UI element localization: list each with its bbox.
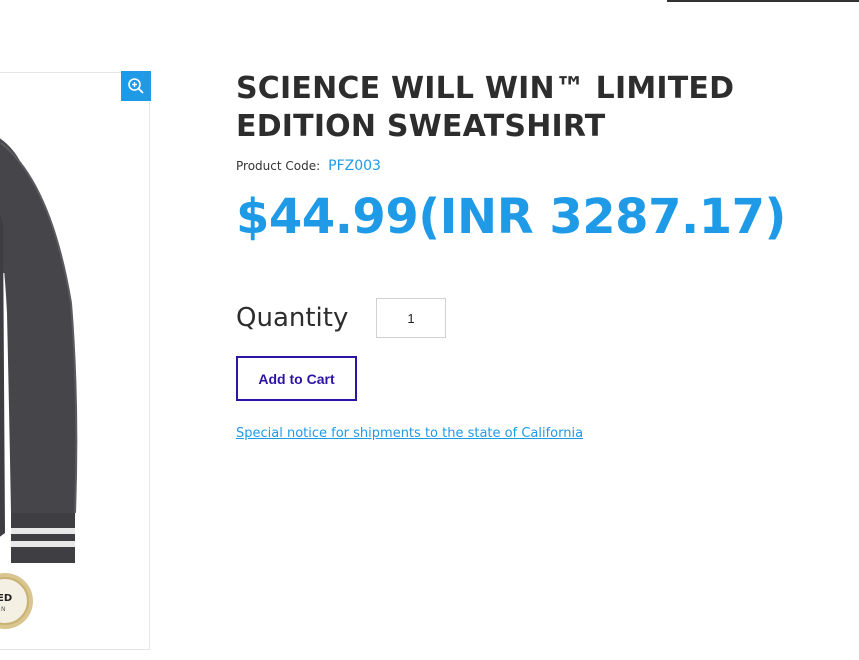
quantity-label: Quantity	[236, 303, 349, 333]
svg-text:N: N	[1, 606, 6, 613]
zoom-in-icon	[128, 78, 144, 94]
product-details: SCIENCE WILL WIN™ LIMITED EDITION SWEATS…	[236, 70, 846, 246]
add-to-cart-button[interactable]: Add to Cart	[236, 356, 357, 401]
sweatshirt-illustration: ED N	[0, 138, 78, 629]
zoom-button[interactable]	[121, 71, 151, 101]
quantity-row: Quantity	[236, 298, 446, 338]
product-code-row: Product Code: PFZ003	[236, 158, 846, 174]
product-code-label: Product Code:	[236, 159, 321, 173]
badge-text: ED	[0, 593, 12, 604]
california-notice-link[interactable]: Special notice for shipments to the stat…	[236, 426, 583, 441]
product-title: SCIENCE WILL WIN™ LIMITED EDITION SWEATS…	[236, 71, 735, 144]
product-image[interactable]: ED N	[0, 72, 150, 650]
product-price: $44.99(INR 3287.17)	[236, 189, 786, 245]
product-code-value: PFZ003	[328, 158, 381, 174]
quantity-input[interactable]	[376, 298, 446, 338]
product-page: ED N SCIENCE WILL WIN™ LIMITED EDITION S…	[0, 0, 859, 660]
header-box-edge	[667, 0, 859, 2]
